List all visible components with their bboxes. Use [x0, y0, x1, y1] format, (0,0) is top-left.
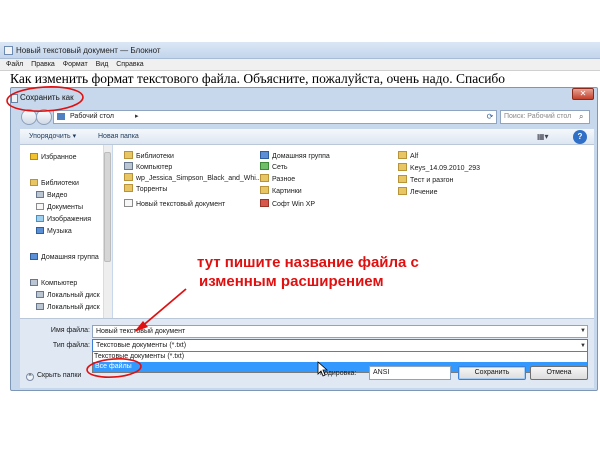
view-options-icon[interactable]: ▦▾: [537, 131, 555, 142]
list-item[interactable]: Тест и разгон: [398, 175, 453, 186]
file-list-pane: [113, 145, 594, 318]
list-item[interactable]: Keys_14.09.2010_293: [398, 163, 480, 174]
list-item[interactable]: Разное: [260, 174, 295, 185]
back-button[interactable]: [21, 109, 37, 125]
filename-label: Имя файла:: [50, 327, 90, 334]
documents-icon: [36, 203, 44, 210]
search-icon[interactable]: ⌕: [579, 112, 583, 122]
text-file-icon: [124, 199, 133, 207]
images-icon: [36, 215, 44, 222]
nav-item-video[interactable]: Видео: [36, 191, 67, 201]
address-text: Рабочий стол: [70, 113, 114, 120]
cancel-button[interactable]: Отмена: [530, 366, 588, 380]
new-folder-button[interactable]: Новая папка: [98, 132, 139, 142]
list-item[interactable]: Компьютер: [124, 162, 172, 173]
address-bar[interactable]: Рабочий стол: [53, 110, 497, 124]
menu-format[interactable]: Формат: [63, 61, 88, 68]
nav-item-documents[interactable]: Документы: [36, 203, 83, 213]
breadcrumb-arrow-icon[interactable]: ▸: [135, 110, 139, 124]
dialog-icon: [11, 94, 18, 103]
menu-edit[interactable]: Правка: [31, 61, 55, 68]
filename-input[interactable]: Новый текстовый документ: [92, 325, 588, 338]
notepad-window-title: Новый текстовый документ — Блокнот: [16, 46, 161, 55]
nav-item-music[interactable]: Музыка: [36, 227, 72, 237]
folder-icon: [398, 175, 407, 183]
library-icon: [124, 151, 133, 159]
hide-folders-toggle[interactable]: ^ Скрыть папки: [26, 371, 81, 381]
filetype-option-txt[interactable]: Текстовые документы (*.txt): [94, 352, 184, 362]
notepad-title-bar: Новый текстовый документ — Блокнот: [0, 42, 600, 59]
notepad-menu-bar: Файл Правка Формат Вид Справка: [0, 59, 600, 71]
music-icon: [36, 227, 44, 234]
nav-scrollbar-thumb[interactable]: [104, 152, 111, 262]
folder-icon: [260, 186, 269, 194]
nav-item-libraries[interactable]: Библиотеки: [30, 179, 79, 189]
library-icon: [30, 179, 38, 186]
shortcut-icon: [260, 199, 269, 207]
homegroup-icon: [260, 151, 269, 159]
dialog-title: Сохранить как: [20, 93, 74, 102]
nav-item-images[interactable]: Изображения: [36, 215, 91, 225]
list-item[interactable]: Лечение: [398, 187, 437, 198]
encoding-select[interactable]: ANSI: [369, 366, 451, 380]
disk-icon: [36, 291, 44, 298]
folder-icon: [260, 174, 269, 182]
annotation-line-1: тут пишите название файла с: [197, 254, 419, 271]
list-item[interactable]: Торренты: [124, 184, 167, 195]
help-icon[interactable]: ?: [573, 130, 587, 144]
computer-icon: [124, 162, 133, 170]
nav-item-local-disk-1[interactable]: Локальный диск: [36, 291, 100, 301]
network-icon: [260, 162, 269, 170]
nav-item-favorites[interactable]: Избранное: [30, 153, 76, 163]
folder-icon: [124, 173, 133, 181]
homegroup-icon: [30, 253, 38, 260]
filetype-label: Тип файла:: [52, 342, 90, 349]
list-item[interactable]: Сеть: [260, 162, 288, 173]
list-item[interactable]: Домашняя группа: [260, 151, 330, 162]
nav-item-computer[interactable]: Компьютер: [30, 279, 77, 289]
notepad-text-content[interactable]: Как изменить формат текстового файла. Об…: [10, 71, 600, 87]
save-button[interactable]: Сохранить: [458, 366, 526, 380]
folder-icon: [398, 187, 407, 195]
hide-folders-label: Скрыть папки: [37, 372, 82, 379]
encoding-label: Кодировка:: [320, 370, 357, 377]
search-placeholder: Поиск: Рабочий стол: [504, 113, 572, 120]
annotation-text: тут пишите название файла с изменным рас…: [197, 253, 419, 291]
chevron-up-icon: ^: [26, 373, 34, 381]
filename-dropdown-arrow-icon[interactable]: ▼: [580, 328, 586, 334]
notepad-app-icon: [4, 46, 13, 55]
list-item[interactable]: Картинки: [260, 186, 302, 197]
list-item[interactable]: Софт Win XP: [260, 199, 315, 210]
computer-icon: [30, 279, 38, 286]
list-item[interactable]: Новый текстовый документ: [124, 199, 225, 210]
list-item[interactable]: Библиотеки: [124, 151, 174, 162]
folder-icon: [124, 184, 133, 192]
menu-help[interactable]: Справка: [116, 61, 143, 68]
video-icon: [36, 191, 44, 198]
nav-item-local-disk-2[interactable]: Локальный диск: [36, 303, 100, 313]
close-button[interactable]: ✕: [572, 88, 594, 100]
folder-icon: [398, 163, 407, 171]
refresh-icon[interactable]: ⟳: [483, 110, 497, 124]
star-icon: [30, 153, 38, 160]
organize-button[interactable]: Упорядочить ▾: [29, 132, 76, 142]
menu-file[interactable]: Файл: [6, 61, 23, 68]
desktop-icon: [57, 113, 65, 120]
encoding-value: ANSI: [373, 369, 390, 376]
menu-view[interactable]: Вид: [96, 61, 109, 68]
nav-item-homegroup[interactable]: Домашняя группа: [30, 253, 99, 263]
list-item[interactable]: wp_Jessica_Simpson_Black_and_Whi...: [124, 173, 262, 184]
filename-value: Новый текстовый документ: [96, 328, 186, 335]
forward-button[interactable]: [36, 109, 52, 125]
list-item[interactable]: Alf: [398, 151, 418, 162]
filetype-dropdown-arrow-icon[interactable]: ▼: [580, 343, 586, 349]
folder-icon: [398, 151, 407, 159]
disk-icon: [36, 303, 44, 310]
search-input[interactable]: Поиск: Рабочий стол: [500, 110, 590, 124]
annotation-line-2: изменным расширением: [199, 273, 384, 290]
filetype-value: Текстовые документы (*.txt): [96, 342, 187, 349]
